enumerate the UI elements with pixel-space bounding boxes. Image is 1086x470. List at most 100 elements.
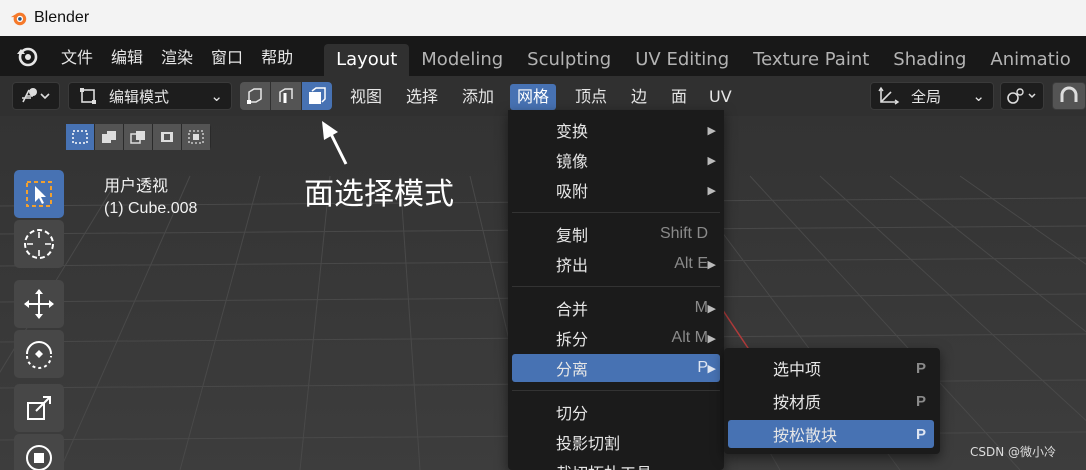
menu-select[interactable]: 选择 bbox=[399, 84, 445, 110]
submenu-arrow-icon: ▶ bbox=[707, 257, 716, 271]
menu-edge[interactable]: 边 bbox=[624, 84, 654, 110]
edge-select-button[interactable] bbox=[271, 82, 301, 110]
menu-separator bbox=[512, 286, 720, 287]
window-title: Blender bbox=[34, 9, 90, 26]
pivot-selector[interactable] bbox=[1000, 82, 1044, 110]
pivot-icon bbox=[1007, 88, 1036, 104]
menu-item-merge[interactable]: 合并 M ▶ bbox=[512, 294, 720, 322]
submenu-arrow-icon: ▶ bbox=[707, 123, 716, 137]
select-new-icon bbox=[72, 130, 88, 144]
menu-item-duplicate[interactable]: 复制 Shift D bbox=[512, 220, 720, 248]
menu-item-transform[interactable]: 变换 ▶ bbox=[512, 116, 720, 144]
blender-logo-icon bbox=[10, 12, 27, 26]
select-extend-icon bbox=[102, 131, 116, 143]
shortcut-label: P bbox=[915, 425, 926, 443]
menu-item-mirror[interactable]: 镜像 ▶ bbox=[512, 146, 720, 174]
menu-mesh[interactable]: 网格 bbox=[510, 84, 557, 110]
menu-item-knife-project[interactable]: 投影切割 bbox=[512, 428, 720, 456]
magnet-icon bbox=[1060, 86, 1078, 102]
object-name: (1) Cube.008 bbox=[104, 200, 198, 217]
menu-render[interactable]: 渲染 bbox=[152, 44, 202, 68]
menu-window[interactable]: 窗口 bbox=[202, 44, 252, 68]
menu-item-extrude[interactable]: 挤出 Alt E ▶ bbox=[512, 250, 720, 278]
window-titlebar: Blender bbox=[0, 0, 1086, 36]
mode-selector[interactable]: 编辑模式 ⌄ bbox=[68, 82, 232, 110]
move-icon bbox=[24, 289, 54, 319]
select-invert-button[interactable] bbox=[153, 124, 181, 150]
menu-item-label: 吸附 bbox=[556, 182, 589, 201]
scale-icon bbox=[27, 396, 51, 420]
shortcut-label: M bbox=[694, 299, 708, 316]
vertex-select-button[interactable] bbox=[240, 82, 270, 110]
menu-item-label: 分离 bbox=[556, 360, 589, 379]
menu-item-knife-topology[interactable]: 裁切拓扑工具 bbox=[512, 458, 720, 470]
watermark: CSDN @微小冷 bbox=[970, 445, 1057, 459]
edit-mode-icon bbox=[80, 88, 96, 104]
mode-label: 编辑模式 bbox=[109, 87, 170, 106]
view-name: 用户透视 bbox=[104, 178, 169, 195]
tool-move[interactable] bbox=[14, 280, 64, 328]
menu-uv[interactable]: UV bbox=[702, 84, 739, 110]
menu-edit[interactable]: 编辑 bbox=[102, 44, 152, 68]
menu-item-label: 变换 bbox=[556, 122, 589, 141]
shortcut-label: Alt E bbox=[674, 255, 708, 272]
mesh-menu: 变换 ▶ 镜像 ▶ 吸附 ▶ 复制 Shift D 挤出 Alt E ▶ 合并 … bbox=[508, 110, 724, 470]
tab-texture-paint[interactable]: Texture Paint bbox=[741, 44, 881, 76]
tab-uv-editing[interactable]: UV Editing bbox=[623, 44, 741, 76]
menu-vertex[interactable]: 顶点 bbox=[568, 84, 614, 110]
tool-select-box[interactable] bbox=[14, 170, 64, 218]
blender-menu-icon[interactable] bbox=[14, 43, 40, 69]
shortcut-label: P bbox=[697, 359, 708, 376]
submenu-arrow-icon: ▶ bbox=[707, 153, 716, 167]
menu-add[interactable]: 添加 bbox=[455, 84, 501, 110]
tool-cursor[interactable] bbox=[14, 220, 64, 268]
submenu-item-selection[interactable]: 选中项 P bbox=[728, 354, 934, 382]
menu-view[interactable]: 视图 bbox=[343, 84, 389, 110]
submenu-item-by-loose-parts[interactable]: 按松散块 P bbox=[728, 420, 934, 448]
menu-item-split[interactable]: 拆分 Alt M ▶ bbox=[512, 324, 720, 352]
menu-face[interactable]: 面 bbox=[664, 84, 694, 110]
select-extend-button[interactable] bbox=[95, 124, 123, 150]
orientation-label: 全局 bbox=[911, 87, 942, 106]
tool-scale[interactable] bbox=[14, 384, 64, 432]
tab-sculpting[interactable]: Sculpting bbox=[515, 44, 623, 76]
editor-type-button[interactable] bbox=[12, 82, 60, 110]
menu-item-knife[interactable]: 切分 bbox=[512, 398, 720, 426]
vertex-select-icon bbox=[247, 88, 262, 104]
submenu-arrow-icon: ▶ bbox=[707, 183, 716, 197]
menu-item-label: 按材质 bbox=[773, 393, 822, 412]
cursor-icon bbox=[24, 229, 54, 259]
face-select-button[interactable] bbox=[302, 82, 332, 110]
menu-file[interactable]: 文件 bbox=[52, 44, 102, 68]
menu-help[interactable]: 帮助 bbox=[252, 44, 302, 68]
rotate-icon bbox=[26, 341, 52, 369]
tab-layout[interactable]: Layout bbox=[324, 44, 410, 76]
menu-item-label: 切分 bbox=[556, 404, 589, 423]
chevron-down-icon: ⌄ bbox=[210, 87, 223, 105]
tool-rotate[interactable] bbox=[14, 330, 64, 378]
menu-item-label: 拆分 bbox=[556, 330, 589, 349]
menu-item-label: 合并 bbox=[556, 300, 589, 319]
select-new-button[interactable] bbox=[66, 124, 94, 150]
tab-shading[interactable]: Shading bbox=[881, 44, 978, 76]
tool-transform[interactable] bbox=[14, 434, 64, 470]
menu-item-label: 复制 bbox=[556, 226, 589, 245]
edge-select-icon bbox=[279, 88, 293, 103]
blender-topbar: 文件 编辑 渲染 窗口 帮助 Layout Modeling Sculpting… bbox=[0, 36, 1086, 76]
editor-type-icon bbox=[22, 88, 50, 103]
face-select-icon bbox=[309, 87, 326, 104]
select-intersect-button[interactable] bbox=[182, 124, 210, 150]
tab-animation[interactable]: Animatio bbox=[978, 44, 1082, 76]
menu-item-label: 镜像 bbox=[556, 152, 589, 171]
menu-item-separate[interactable]: 分离 P ▶ bbox=[512, 354, 720, 382]
snap-toggle[interactable] bbox=[1052, 82, 1086, 110]
chevron-down-icon: ⌄ bbox=[972, 87, 985, 105]
tab-modeling[interactable]: Modeling bbox=[409, 44, 515, 76]
menu-item-label: 选中项 bbox=[773, 360, 822, 379]
select-invert-icon bbox=[161, 132, 173, 142]
transform-orientation-selector[interactable]: 全局 ⌄ bbox=[870, 82, 994, 110]
select-subtract-button[interactable] bbox=[124, 124, 152, 150]
menu-item-snap[interactable]: 吸附 ▶ bbox=[512, 176, 720, 204]
annotation-text: 面选择模式 bbox=[304, 177, 454, 212]
submenu-item-by-material[interactable]: 按材质 P bbox=[728, 387, 934, 415]
